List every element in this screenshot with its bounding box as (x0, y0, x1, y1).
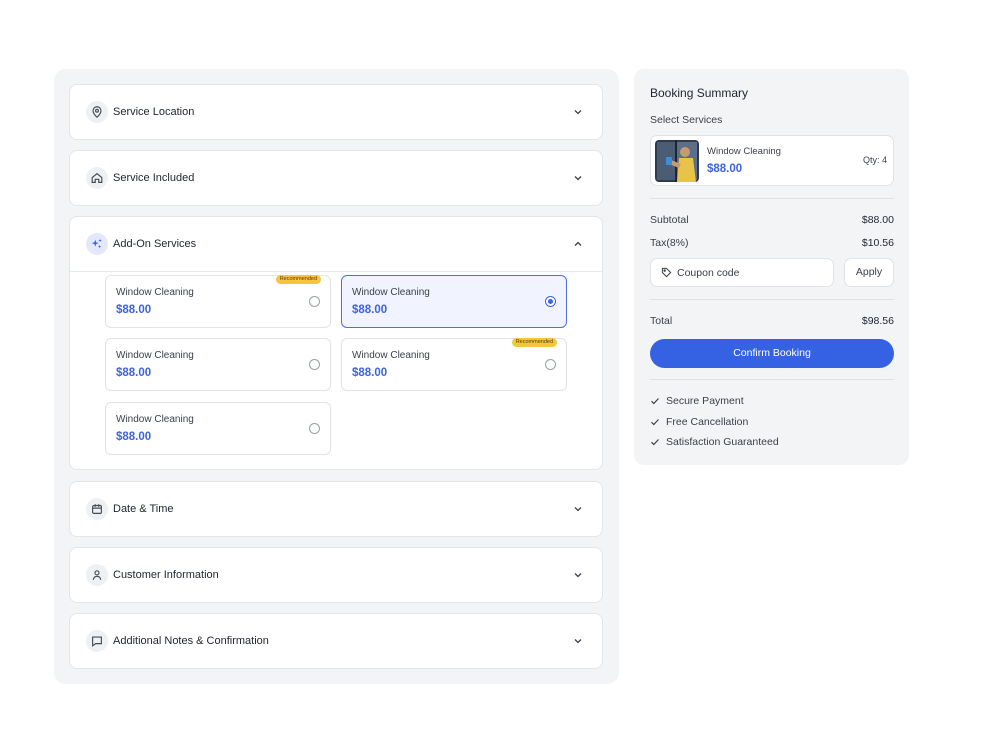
user-icon (86, 564, 108, 586)
accordion-customer-information[interactable]: Customer Information (69, 547, 603, 603)
radio-button[interactable] (545, 359, 556, 370)
service-quantity: Qty: 4 (862, 155, 887, 165)
feature-label: Free Cancellation (666, 416, 749, 428)
option-price: $88.00 (116, 367, 152, 379)
accordion-header[interactable]: Service Included (70, 151, 602, 205)
tax-label: Tax(8%) (650, 237, 689, 249)
subtotal-value: $88.00 (861, 214, 894, 226)
service-name: Window Cleaning (707, 146, 781, 157)
chevron-down-icon[interactable] (572, 172, 584, 184)
tag-icon (661, 267, 672, 278)
add-on-option[interactable]: Recommended Window Cleaning $88.00 (341, 338, 567, 391)
feature-label: Secure Payment (666, 395, 744, 407)
add-on-options: Recommended Window Cleaning $88.00 Windo… (70, 271, 602, 469)
feature-item: Satisfaction Guaranteed (650, 436, 779, 448)
accordion-header[interactable]: Customer Information (70, 548, 602, 602)
coupon-input[interactable]: Coupon code (650, 258, 834, 287)
radio-button[interactable] (309, 296, 320, 307)
option-price: $88.00 (116, 304, 152, 316)
subtotal-label: Subtotal (650, 214, 689, 226)
total-label: Total (650, 315, 673, 327)
divider (650, 299, 894, 300)
location-pin-icon (86, 101, 108, 123)
option-price: $88.00 (352, 367, 388, 379)
accordion-title: Additional Notes & Confirmation (113, 635, 269, 647)
chevron-down-icon[interactable] (572, 635, 584, 647)
accordion-title: Service Location (113, 106, 195, 118)
accordion-title: Service Included (113, 172, 195, 184)
option-price: $88.00 (352, 304, 388, 316)
feature-item: Free Cancellation (650, 416, 748, 428)
summary-title: Booking Summary (650, 86, 749, 100)
option-name: Window Cleaning (352, 287, 430, 298)
accordion-add-on-services[interactable]: Add-On Services Recommended Window Clean… (69, 216, 603, 470)
radio-button[interactable] (309, 423, 320, 434)
chevron-down-icon[interactable] (572, 106, 584, 118)
service-price: $88.00 (707, 163, 743, 175)
confirm-booking-button[interactable]: Confirm Booking (650, 339, 894, 368)
divider (650, 379, 894, 380)
tax-value: $10.56 (861, 237, 894, 249)
accordion-title: Date & Time (113, 503, 174, 515)
feature-label: Satisfaction Guaranteed (666, 436, 779, 448)
accordion-header[interactable]: Service Location (70, 85, 602, 139)
sparkles-icon (86, 233, 108, 255)
summary-subtitle: Select Services (650, 114, 723, 126)
calendar-icon (86, 498, 108, 520)
radio-button-selected[interactable] (545, 296, 556, 307)
accordion-service-included[interactable]: Service Included (69, 150, 603, 206)
recommended-badge: Recommended (275, 275, 321, 284)
chevron-down-icon[interactable] (572, 503, 584, 515)
selected-service-card: Window Cleaning $88.00 Qty: 4 (650, 135, 894, 186)
option-name: Window Cleaning (116, 414, 194, 425)
accordion-date-time[interactable]: Date & Time (69, 481, 603, 537)
option-name: Window Cleaning (116, 350, 194, 361)
divider (650, 198, 894, 199)
total-value: $98.56 (861, 315, 894, 327)
option-name: Window Cleaning (352, 350, 430, 361)
apply-coupon-button[interactable]: Apply (844, 258, 894, 287)
booking-form-panel: Service Location Service Included Add-On… (54, 69, 619, 684)
feature-item: Secure Payment (650, 395, 744, 407)
add-on-option[interactable]: Window Cleaning $88.00 (105, 338, 331, 391)
home-icon (86, 167, 108, 189)
chat-bubble-icon (86, 630, 108, 652)
accordion-service-location[interactable]: Service Location (69, 84, 603, 140)
chevron-up-icon[interactable] (572, 238, 584, 250)
option-price: $88.00 (116, 431, 152, 443)
add-on-option[interactable]: Window Cleaning $88.00 (105, 402, 331, 455)
recommended-badge: Recommended (511, 338, 557, 347)
check-icon (651, 398, 659, 405)
accordion-header[interactable]: Add-On Services (70, 217, 602, 271)
radio-button[interactable] (309, 359, 320, 370)
check-icon (651, 419, 659, 426)
check-icon (651, 439, 659, 446)
add-on-option[interactable]: Window Cleaning $88.00 (341, 275, 567, 328)
coupon-placeholder: Coupon code (677, 266, 740, 279)
accordion-title: Customer Information (113, 569, 219, 581)
service-thumbnail (655, 140, 699, 182)
accordion-header[interactable]: Additional Notes & Confirmation (70, 614, 602, 668)
accordion-additional-notes[interactable]: Additional Notes & Confirmation (69, 613, 603, 669)
accordion-title: Add-On Services (113, 238, 197, 250)
option-name: Window Cleaning (116, 287, 194, 298)
chevron-down-icon[interactable] (572, 569, 584, 581)
booking-summary-panel: Booking Summary Select Services Window C… (634, 69, 909, 465)
accordion-header[interactable]: Date & Time (70, 482, 602, 536)
add-on-option[interactable]: Recommended Window Cleaning $88.00 (105, 275, 331, 328)
